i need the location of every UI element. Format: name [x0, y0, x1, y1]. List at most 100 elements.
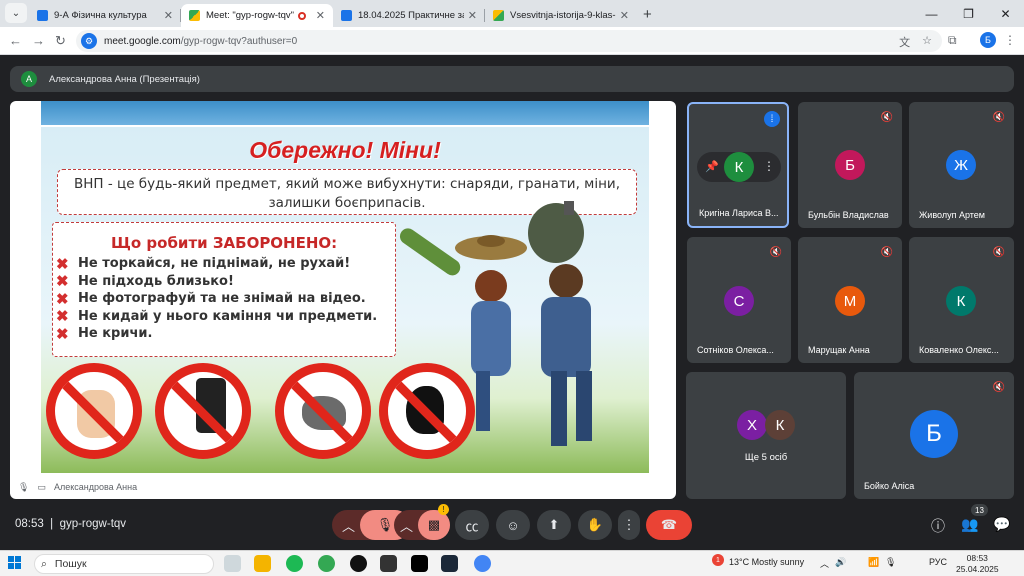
others-tile[interactable]: Х К Ще 5 осіб	[686, 372, 846, 499]
back-icon[interactable]: ←	[9, 33, 22, 48]
search-icon: ⌕	[41, 557, 47, 570]
chevron-up-icon[interactable]: ︿	[400, 516, 413, 535]
steam-icon[interactable]	[441, 555, 458, 572]
profile-avatar[interactable]: Б	[980, 32, 996, 48]
people-icon[interactable]: 👥	[961, 516, 978, 533]
bookmark-star-icon[interactable]: ☆	[922, 34, 932, 50]
windows-start-icon[interactable]	[8, 556, 21, 569]
slide-header-decoration	[41, 101, 649, 127]
cross-icon: ✖	[56, 273, 69, 291]
close-tab-icon[interactable]: ✕	[620, 9, 629, 22]
meeting-details-icon[interactable]: ⓘ	[931, 516, 945, 536]
participant-tile[interactable]: ⁞ 📌 К ⋮ Кригіна Лариса В...	[687, 102, 789, 228]
warning-icon: !	[438, 504, 449, 515]
browser-tab[interactable]: 18.04.2025 Практичне заняття ✕	[333, 4, 485, 27]
participant-tile[interactable]: 🔇 М Марущак Анна	[798, 237, 902, 363]
slide-title: Обережно! Міни!	[249, 137, 441, 163]
camera-control[interactable]: ︿ ▩ !	[394, 504, 450, 540]
taskbar-search[interactable]: ⌕ Пошук	[34, 554, 214, 574]
minimize-icon[interactable]: —	[913, 7, 950, 21]
reactions-button[interactable]: ☺	[496, 510, 530, 540]
participant-tile[interactable]: 🔇 К Коваленко Олекс...	[909, 237, 1014, 363]
wifi-icon[interactable]: 📶	[868, 557, 879, 568]
reload-icon[interactable]: ↻	[55, 33, 66, 49]
forbidden-list: Що робити ЗАБОРОНЕНО: ✖ Не торкайся, не п…	[52, 222, 396, 357]
microphone-icon: 🎙	[18, 481, 30, 492]
task-view-icon[interactable]	[224, 555, 241, 572]
participant-tile[interactable]: 🔇 С Сотніков Олекса...	[687, 237, 791, 363]
cross-icon: ✖	[56, 308, 69, 326]
participant-name: Живолуп Артем	[919, 210, 985, 220]
participant-tile[interactable]: 🔇 Б Бульбін Владислав	[798, 102, 902, 228]
chrome-profile-icon[interactable]	[474, 555, 491, 572]
tab-title: 18.04.2025 Практичне заняття	[358, 10, 464, 21]
list-item: ✖ Не кричи.	[56, 325, 153, 343]
presenter-bar: А Александрова Анна (Презентація)	[10, 66, 1014, 92]
cross-icon: ✖	[56, 255, 69, 273]
tiktok-icon[interactable]	[411, 555, 428, 572]
close-tab-icon[interactable]: ✕	[468, 9, 477, 22]
participant-name: Кригіна Лариса В...	[699, 208, 779, 218]
browser-tab-strip: ⌄ 9-А Фізична культура ✕ Meet: "gyp-rogw…	[0, 0, 1024, 27]
mic-muted-icon: 🔇	[768, 244, 784, 260]
mic-icon[interactable]: 🎙	[885, 557, 896, 568]
translate-icon[interactable]: 文	[899, 34, 910, 50]
close-tab-icon[interactable]: ✕	[316, 9, 325, 22]
file-explorer-icon[interactable]	[254, 555, 271, 572]
close-window-icon[interactable]: ✕	[987, 7, 1024, 21]
participant-name: Марущак Анна	[808, 345, 870, 355]
pin-icon[interactable]: 📌	[705, 160, 719, 173]
app-icon[interactable]	[350, 555, 367, 572]
avatar: С	[724, 286, 754, 316]
chevron-up-icon[interactable]: ︿	[342, 516, 355, 535]
weather-widget[interactable]: 13°C Mostly sunny	[729, 557, 804, 567]
language-indicator[interactable]: РУС	[929, 557, 947, 567]
tab-favicon	[37, 10, 48, 21]
restore-icon[interactable]: ❐	[950, 7, 987, 21]
no-touch-sign-icon	[46, 363, 142, 459]
running-boy-icon	[541, 264, 592, 446]
more-options-icon[interactable]: ⋮	[763, 159, 775, 173]
leave-call-button[interactable]: ☎	[646, 510, 692, 540]
browser-tab[interactable]: Vsesvitnja-istorija-9-klas-Polian ✕	[485, 4, 637, 27]
participant-name: Бульбін Владислав	[808, 210, 889, 220]
address-bar[interactable]: ⚙ meet.google.com/gyp-rogw-tqv?authuser=…	[76, 30, 942, 52]
tab-search-button[interactable]: ⌄	[5, 3, 27, 23]
tab-favicon	[341, 10, 352, 21]
browser-tab-active[interactable]: Meet: "gyp-rogw-tqv" ✕	[181, 4, 333, 27]
shared-screen: Обережно! Міни! ВНП - це будь-який предм…	[10, 101, 676, 499]
more-options-button[interactable]: ⋮	[618, 510, 640, 540]
self-tile[interactable]: 🔇 Б Бойко Аліса	[854, 372, 1014, 499]
raise-hand-button[interactable]: ✋	[578, 510, 612, 540]
captions-icon: ㏄	[465, 518, 479, 534]
participant-name: Бойко Аліса	[864, 481, 915, 491]
tab-title: Meet: "gyp-rogw-tqv"	[206, 10, 295, 21]
close-tab-icon[interactable]: ✕	[164, 9, 173, 22]
clock[interactable]: 08:53 25.04.2025	[956, 553, 999, 575]
emoji-icon: ☺	[506, 517, 520, 533]
extensions-icon[interactable]: ⧉	[948, 33, 957, 48]
captions-button[interactable]: ㏄	[455, 510, 489, 540]
tile-hover-controls: 📌 К ⋮	[697, 152, 781, 182]
avatar: Х	[737, 410, 767, 440]
browser-tab[interactable]: 9-А Фізична культура ✕	[29, 4, 181, 27]
avatar: Ж	[946, 150, 976, 180]
new-tab-button[interactable]: +	[643, 6, 652, 23]
tab-title: Vsesvitnja-istorija-9-klas-Polian	[510, 10, 616, 21]
chrome-icon[interactable]	[318, 555, 335, 572]
more-menu-icon[interactable]: ⋮	[1004, 33, 1016, 47]
avatar: А	[21, 71, 37, 87]
app-icon[interactable]	[380, 555, 397, 572]
forward-icon[interactable]: →	[32, 33, 45, 48]
list-item: ✖ Не фотографуй та не знімай на відео.	[56, 290, 366, 308]
spotify-icon[interactable]	[286, 555, 303, 572]
show-hidden-icons-icon[interactable]: ︿	[820, 557, 829, 570]
mic-muted-icon: 🔇	[991, 109, 1007, 125]
participant-tile[interactable]: 🔇 Ж Живолуп Артем	[909, 102, 1014, 228]
weather-badge: 1	[712, 554, 724, 566]
site-info-icon[interactable]: ⚙	[81, 33, 97, 49]
present-button[interactable]: ⬆	[537, 510, 571, 540]
chat-icon[interactable]: 💬	[993, 516, 1010, 533]
volume-icon[interactable]: 🔊	[835, 557, 846, 568]
participant-name: Коваленко Олекс...	[919, 345, 999, 355]
